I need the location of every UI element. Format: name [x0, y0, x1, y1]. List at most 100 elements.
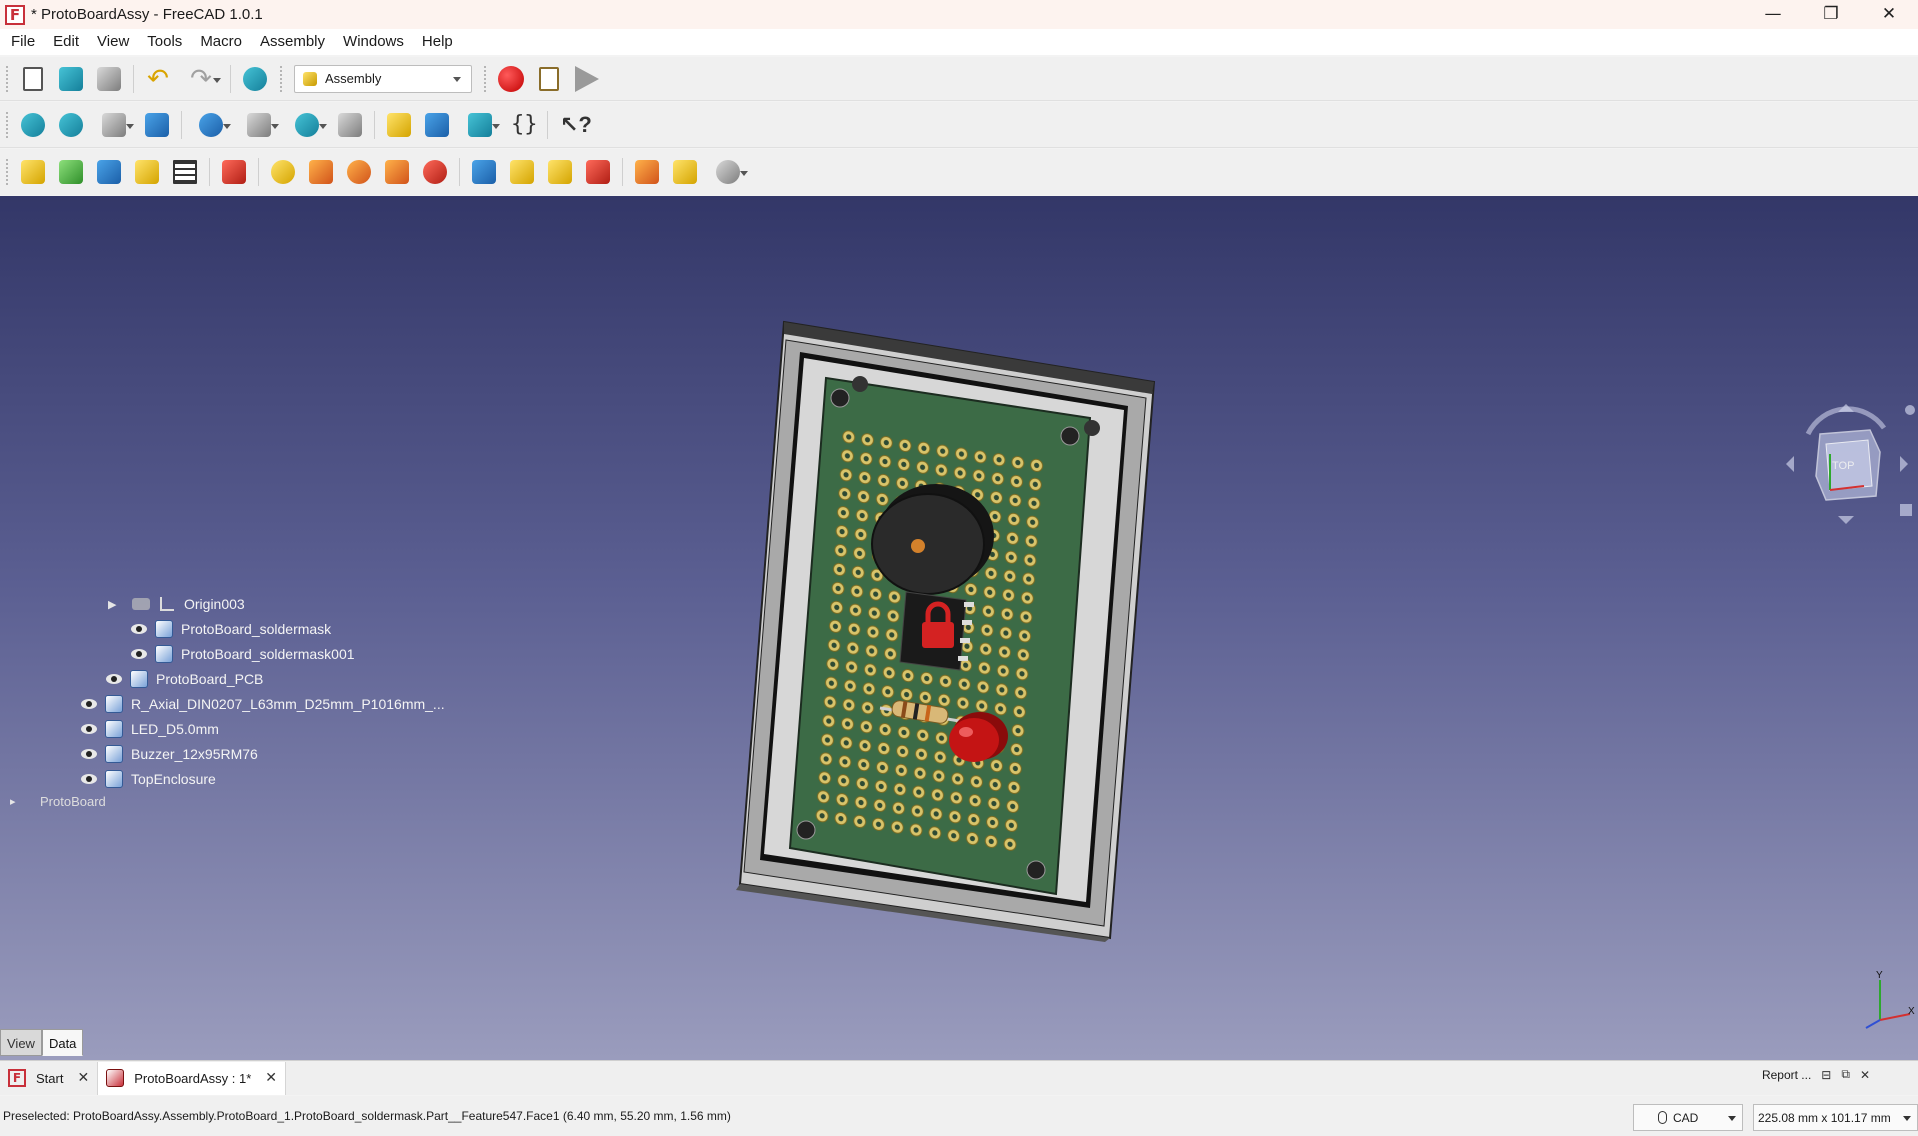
axis-triad [1865, 980, 1911, 1029]
close-tab-icon[interactable]: ✕ [77, 1070, 89, 1086]
slider-joint-button[interactable] [380, 155, 414, 189]
expand-arrow-icon[interactable]: ▶ [108, 598, 118, 611]
undo-button[interactable]: ↶ [141, 62, 175, 96]
tree-item-resistor[interactable]: R_Axial_DIN0207_L63mm_D25mm_P1016mm_... [81, 693, 445, 715]
menu-tools[interactable]: Tools [138, 29, 191, 55]
create-part-button[interactable] [382, 108, 416, 142]
undock-panel-icon[interactable]: ⧉ [1841, 1067, 1850, 1082]
report-view-label[interactable]: Report ... [1762, 1068, 1811, 1082]
redo-button[interactable]: ↷ [179, 62, 223, 96]
new-document-button[interactable] [16, 62, 50, 96]
toolbar-separator [258, 158, 259, 186]
toggle-grounded-button[interactable] [217, 155, 251, 189]
menu-edit[interactable]: Edit [44, 29, 88, 55]
fixed-joint-button[interactable] [266, 155, 300, 189]
eye-icon[interactable] [131, 624, 147, 634]
restore-button[interactable]: ❐ [1802, 0, 1860, 29]
tree-item-top-enclosure[interactable]: TopEnclosure [81, 768, 216, 790]
distance-joint-button[interactable] [467, 155, 501, 189]
tree-item-protoboard-soldermask001[interactable]: ProtoBoard_soldermask001 [131, 643, 355, 665]
sync-view-button[interactable] [140, 108, 174, 142]
tab-protoboardassy[interactable]: ProtoBoardAssy : 1* ✕ [98, 1061, 286, 1095]
close-window-button[interactable]: ✕ [1860, 0, 1918, 29]
toolbar-grip[interactable] [280, 65, 284, 92]
eye-icon[interactable] [81, 724, 97, 734]
angle-joint-button[interactable] [581, 155, 615, 189]
bill-of-materials-button[interactable] [168, 155, 202, 189]
insert-component-button[interactable] [54, 155, 88, 189]
redo-icon: ↷ [190, 63, 212, 94]
menu-assembly[interactable]: Assembly [251, 29, 334, 55]
tab-view[interactable]: View [0, 1029, 42, 1056]
solve-assembly-button[interactable] [92, 155, 126, 189]
rack-pinion-button[interactable] [630, 155, 664, 189]
menu-windows[interactable]: Windows [334, 29, 413, 55]
menu-file[interactable]: File [2, 29, 44, 55]
expand-arrow-icon[interactable]: ▸ [10, 796, 20, 806]
tree-item-led[interactable]: LED_D5.0mm [81, 718, 219, 740]
float-panel-icon[interactable]: ⊟ [1821, 1068, 1831, 1082]
toolbar-grip[interactable] [6, 65, 10, 92]
part-feature-icon [155, 645, 173, 663]
fit-all-button[interactable] [16, 108, 50, 142]
gears-joint-button[interactable] [706, 155, 750, 189]
perpendicular-joint-button[interactable] [543, 155, 577, 189]
measure-distance-button[interactable] [333, 108, 367, 142]
measure-button[interactable] [285, 108, 329, 142]
refresh-button[interactable] [238, 62, 272, 96]
fit-selection-button[interactable] [54, 108, 88, 142]
whats-this-button[interactable]: ↖? [555, 108, 592, 142]
tree-item-protoboard-soldermask[interactable]: ProtoBoard_soldermask [131, 618, 331, 640]
menu-help[interactable]: Help [413, 29, 462, 55]
parallel-joint-button[interactable] [505, 155, 539, 189]
tree-item-origin003[interactable]: ▶ Origin003 [108, 593, 245, 615]
menu-macro[interactable]: Macro [191, 29, 251, 55]
save-button[interactable] [92, 62, 126, 96]
isometric-cube-icon [102, 112, 126, 137]
open-document-button[interactable] [54, 62, 88, 96]
minimize-button[interactable]: — [1744, 0, 1802, 29]
origin-icon [158, 595, 176, 613]
toolbar-grip[interactable] [484, 65, 488, 92]
eye-icon[interactable] [131, 649, 147, 659]
dimension-units-selector[interactable]: 225.08 mm x 101.17 mm [1753, 1104, 1918, 1131]
ball-joint-icon [423, 160, 447, 184]
macro-record-button[interactable] [494, 62, 528, 96]
ball-joint-button[interactable] [418, 155, 452, 189]
close-tab-icon[interactable]: ✕ [265, 1070, 277, 1086]
eye-icon[interactable] [106, 674, 122, 684]
macro-edit-button[interactable] [532, 62, 566, 96]
link-icon [468, 112, 492, 137]
rack-pinion-icon [635, 160, 659, 184]
revolute-joint-button[interactable] [304, 155, 338, 189]
toolbar-grip[interactable] [6, 159, 10, 185]
braces-icon: {} [511, 111, 538, 137]
menu-view[interactable]: View [88, 29, 138, 55]
toolbar-grip[interactable] [6, 111, 10, 138]
macro-execute-button[interactable] [570, 62, 604, 96]
draw-style-button[interactable] [189, 108, 233, 142]
navigation-style-selector[interactable]: CAD [1633, 1104, 1743, 1131]
document-tabs: F Start ✕ ProtoBoardAssy : 1* ✕ Report .… [0, 1060, 1918, 1095]
create-group-button[interactable] [420, 108, 454, 142]
create-assembly-button[interactable] [16, 155, 50, 189]
eye-icon[interactable] [81, 749, 97, 759]
close-panel-icon[interactable]: ✕ [1860, 1068, 1870, 1082]
eye-icon[interactable] [81, 774, 97, 784]
exploded-view-button[interactable] [130, 155, 164, 189]
tab-data[interactable]: Data [41, 1029, 84, 1056]
navigation-cube[interactable]: TOP [1780, 394, 1916, 534]
tree-item-buzzer[interactable]: Buzzer_12x95RM76 [81, 743, 258, 765]
workbench-selector[interactable]: Assembly [294, 64, 472, 93]
cylindrical-joint-button[interactable] [342, 155, 376, 189]
eye-icon[interactable] [81, 699, 97, 709]
tree-item-protoboard[interactable]: ▸ ProtoBoard [10, 796, 106, 806]
link-actions-button[interactable] [458, 108, 502, 142]
screw-joint-button[interactable] [668, 155, 702, 189]
tree-item-protoboard-pcb[interactable]: ProtoBoard_PCB [106, 668, 263, 690]
box-selection-button[interactable] [237, 108, 281, 142]
standard-views-button[interactable] [92, 108, 136, 142]
hidden-visibility-icon[interactable] [132, 598, 150, 610]
variable-set-button[interactable]: {} [506, 108, 540, 142]
tab-start[interactable]: F Start ✕ [0, 1061, 99, 1095]
